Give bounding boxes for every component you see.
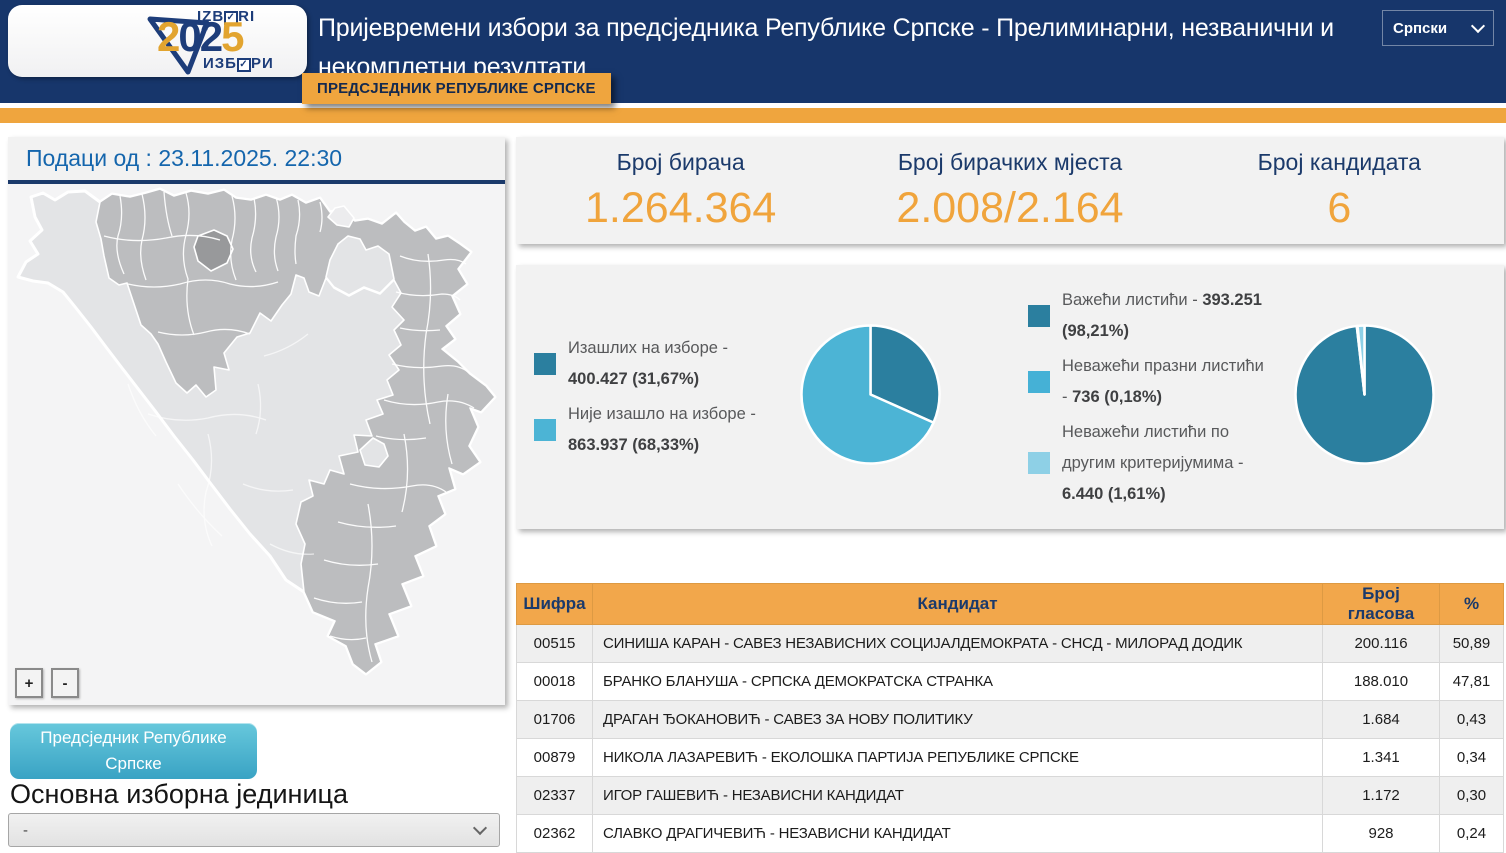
accent-bar [0, 108, 1506, 123]
table-row: 02337ИГОР ГАШЕВИЋ - НЕЗАВИСНИ КАНДИДАТ1.… [517, 777, 1504, 815]
elections-2025-logo[interactable]: IZB✓RI 2025 ИЗБ✓РИ [8, 5, 307, 77]
map-panel: Подаци од : 23.11.2025. 22:30 [8, 137, 505, 705]
column-header: % [1440, 584, 1504, 625]
data-timestamp: Подаци од : 23.11.2025. 22:30 [8, 137, 505, 184]
table-row: 00515СИНИША КАРАН - САВЕЗ НЕЗАВИСНИХ СОЦ… [517, 625, 1504, 663]
results-table-header: ШифраКандидатБрој гласова% [517, 584, 1504, 625]
candidate-name: СЛАВКО ДРАГИЧЕВИЋ - НЕЗАВИСНИ КАНДИДАТ [593, 815, 1323, 853]
bih-municipalities-map[interactable] [8, 184, 505, 700]
map-container: + - [8, 184, 505, 705]
logo-text-izbori-cyr: ИЗБ✓РИ [203, 55, 274, 72]
turnout-pie-chart [798, 322, 943, 472]
candidate-code: 01706 [517, 701, 593, 739]
legend-swatch-icon [534, 419, 556, 441]
stat: Број бирача 1.264.364 [516, 137, 845, 244]
map-zoom-out-button[interactable]: - [51, 668, 79, 698]
app-header: IZB✓RI 2025 ИЗБ✓РИ Пријевремени избори з… [0, 0, 1506, 103]
votes-percent: 50,89 [1440, 625, 1504, 663]
votes-percent: 0,24 [1440, 815, 1504, 853]
candidate-name: СИНИША КАРАН - САВЕЗ НЕЗАВИСНИХ СОЦИЈАЛД… [593, 625, 1323, 663]
legend-swatch-icon [1028, 452, 1050, 474]
votes-count: 1.341 [1323, 739, 1440, 777]
candidate-code: 00515 [517, 625, 593, 663]
stat-value: 1.264.364 [516, 184, 845, 233]
legend-item: Важећи листићи - 393.251 (98,21%) [1028, 285, 1266, 347]
candidate-name: БРАНКО БЛАНУША - СРПСКА ДЕМОКРАТСКА СТРА… [593, 663, 1323, 701]
stat-label: Број кандидата [1175, 149, 1504, 176]
votes-count: 188.010 [1323, 663, 1440, 701]
candidate-code: 00879 [517, 739, 593, 777]
votes-percent: 0,34 [1440, 739, 1504, 777]
candidate-name: НИКОЛА ЛАЗАРЕВИЋ - ЕКОЛОШКА ПАРТИЈА РЕПУ… [593, 739, 1323, 777]
legend-item: Неважећи празни листићи - 736 (0,18%) [1028, 351, 1266, 413]
logo-art: IZB✓RI 2025 ИЗБ✓РИ [141, 6, 303, 76]
candidate-name: ИГОР ГАШЕВИЋ - НЕЗАВИСНИ КАНДИДАТ [593, 777, 1323, 815]
stat-label: Број бирача [516, 149, 845, 176]
legend-text: Изашлих на изборе - 400.427 (31,67%) [568, 333, 772, 395]
legend-item: Није изашло на изборе - 863.937 (68,33%) [534, 399, 772, 461]
votes-percent: 47,81 [1440, 663, 1504, 701]
votes-percent: 0,30 [1440, 777, 1504, 815]
votes-count: 1.172 [1323, 777, 1440, 815]
table-row: 02362СЛАВКО ДРАГИЧЕВИЋ - НЕЗАВИСНИ КАНДИ… [517, 815, 1504, 853]
ballots-legend: Важећи листићи - 393.251 (98,21%)Неважећ… [1028, 281, 1266, 514]
chevron-down-icon [473, 821, 487, 835]
votes-percent: 0,43 [1440, 701, 1504, 739]
stat: Број кандидата 6 [1175, 137, 1504, 244]
turnout-chart-group: Изашлих на изборе - 400.427 (31,67%)Није… [516, 265, 1010, 529]
legend-swatch-icon [1028, 305, 1050, 327]
legend-swatch-icon [1028, 371, 1050, 393]
map-zoom-controls: + - [15, 668, 79, 698]
ballots-pie-chart [1292, 322, 1437, 472]
legend-text: Неважећи празни листићи - 736 (0,18%) [1062, 351, 1266, 413]
ballots-chart-group: Важећи листићи - 393.251 (98,21%)Неважећ… [1010, 265, 1504, 529]
votes-count: 200.116 [1323, 625, 1440, 663]
stat-value: 6 [1175, 184, 1504, 233]
chevron-down-icon [1471, 19, 1485, 33]
stats-panel: Број бирача 1.264.364Број бирачких мјеста… [516, 137, 1504, 244]
turnout-legend: Изашлих на изборе - 400.427 (31,67%)Није… [534, 329, 772, 465]
column-header: Шифра [517, 584, 593, 625]
language-select-value: Српски [1393, 20, 1447, 37]
candidate-code: 02362 [517, 815, 593, 853]
unit-heading: Основна изборна јединица [10, 779, 348, 810]
legend-item: Изашлих на изборе - 400.427 (31,67%) [534, 333, 772, 395]
map-zoom-in-button[interactable]: + [15, 668, 43, 698]
votes-count: 928 [1323, 815, 1440, 853]
table-row: 00018БРАНКО БЛАНУША - СРПСКА ДЕМОКРАТСКА… [517, 663, 1504, 701]
unit-select[interactable]: - [8, 813, 500, 847]
candidate-name: ДРАГАН ЂОКАНОВИЋ - САВЕЗ ЗА НОВУ ПОЛИТИК… [593, 701, 1323, 739]
table-row: 01706ДРАГАН ЂОКАНОВИЋ - САВЕЗ ЗА НОВУ ПО… [517, 701, 1504, 739]
legend-item: Неважећи листићи по другим критеријумима… [1028, 417, 1266, 510]
unit-select-value: - [23, 822, 28, 839]
race-filter-button[interactable]: Предсједник Републике Српске [10, 723, 257, 779]
tab-president-republike-srpske[interactable]: ПРЕДСЈЕДНИК РЕПУБЛИКЕ СРПСКЕ [302, 73, 611, 104]
stat: Број бирачких мјеста 2.008/2.164 [845, 137, 1174, 244]
column-header: Број гласова [1323, 584, 1440, 625]
table-row: 00879НИКОЛА ЛАЗАРЕВИЋ - ЕКОЛОШКА ПАРТИЈА… [517, 739, 1504, 777]
language-select[interactable]: Српски [1382, 10, 1494, 46]
legend-swatch-icon [534, 353, 556, 375]
checkbox-icon: ✓ [237, 58, 251, 72]
stat-value: 2.008/2.164 [845, 184, 1174, 233]
charts-panel: Изашлих на изборе - 400.427 (31,67%)Није… [516, 265, 1504, 529]
legend-text: Неважећи листићи по другим критеријумима… [1062, 417, 1266, 510]
legend-text: Није изашло на изборе - 863.937 (68,33%) [568, 399, 772, 461]
candidate-code: 02337 [517, 777, 593, 815]
legend-text: Важећи листићи - 393.251 (98,21%) [1062, 285, 1266, 347]
logo-year-2025: 2025 [157, 16, 242, 58]
candidate-code: 00018 [517, 663, 593, 701]
stat-label: Број бирачких мјеста [845, 149, 1174, 176]
column-header: Кандидат [593, 584, 1323, 625]
votes-count: 1.684 [1323, 701, 1440, 739]
results-table: ШифраКандидатБрој гласова% 00515СИНИША К… [516, 583, 1504, 853]
